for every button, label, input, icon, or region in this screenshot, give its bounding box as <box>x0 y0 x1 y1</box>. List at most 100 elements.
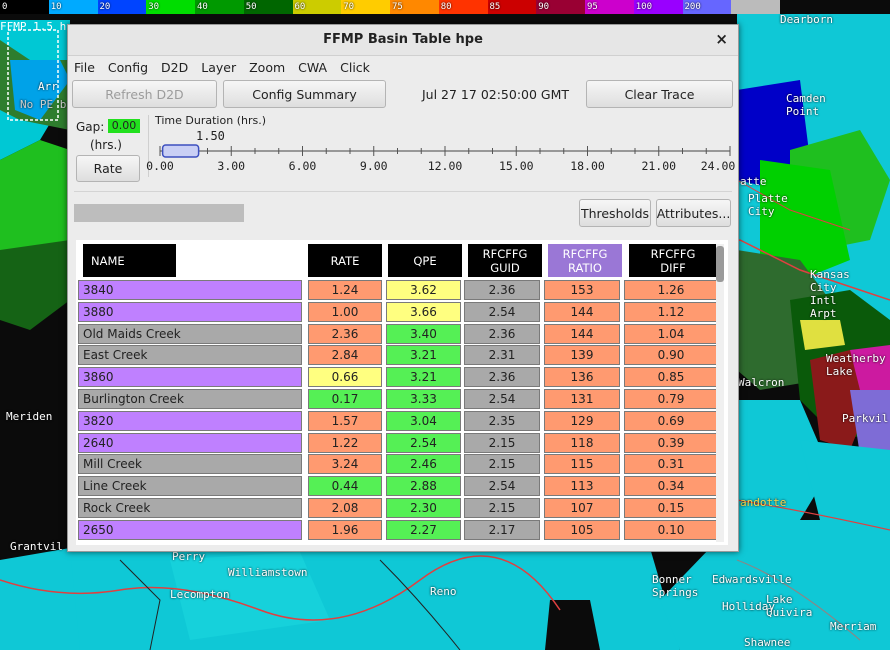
column-header-name[interactable]: NAME <box>83 244 176 277</box>
rfcffg-ratio-cell[interactable]: 144 <box>544 301 620 322</box>
column-header-qpe[interactable]: QPE <box>388 244 462 277</box>
rfcffg-ratio-cell[interactable]: 136 <box>544 367 620 388</box>
menu-cwa[interactable]: CWA <box>298 60 327 75</box>
clear-trace-button[interactable]: Clear Trace <box>586 80 733 108</box>
menu-zoom[interactable]: Zoom <box>249 60 285 75</box>
column-header-rfcffg-diff[interactable]: RFCFFG DIFF <box>629 244 717 277</box>
rfcffg-diff-cell[interactable]: 1.12 <box>624 301 718 322</box>
title-bar[interactable]: FFMP Basin Table hpe × <box>68 25 738 56</box>
table-scrollbar[interactable] <box>716 244 724 542</box>
basin-name-cell[interactable]: Mill Creek <box>78 454 302 475</box>
qpe-cell[interactable]: 3.21 <box>386 367 461 388</box>
rfcffg-guid-cell[interactable]: 2.15 <box>464 498 540 518</box>
config-summary-button[interactable]: Config Summary <box>223 80 386 108</box>
rfcffg-diff-cell[interactable]: 0.31 <box>624 454 718 475</box>
rate-button[interactable]: Rate <box>76 155 140 182</box>
rfcffg-ratio-cell[interactable]: 105 <box>544 519 620 540</box>
slider-track[interactable] <box>154 143 736 159</box>
qpe-cell[interactable]: 3.62 <box>386 280 461 300</box>
menu-file[interactable]: File <box>74 60 95 75</box>
slider-thumb[interactable] <box>161 144 200 158</box>
rfcffg-ratio-cell[interactable]: 118 <box>544 432 620 453</box>
menu-click[interactable]: Click <box>340 60 370 75</box>
rate-cell[interactable]: 1.96 <box>308 519 382 540</box>
rfcffg-ratio-cell[interactable]: 115 <box>544 454 620 475</box>
rate-cell[interactable]: 2.36 <box>308 323 382 344</box>
rfcffg-ratio-cell[interactable]: 107 <box>544 498 620 518</box>
table-row[interactable]: 2650 1.96 2.27 2.17 105 0.10 <box>76 519 718 542</box>
qpe-cell[interactable]: 3.21 <box>386 345 461 366</box>
basin-name-cell[interactable]: 3880 <box>78 301 302 322</box>
table-row[interactable]: 3860 0.66 3.21 2.36 136 0.85 <box>76 367 718 389</box>
rate-cell[interactable]: 1.24 <box>308 280 382 300</box>
rfcffg-guid-cell[interactable]: 2.54 <box>464 389 540 409</box>
menu-config[interactable]: Config <box>108 60 148 75</box>
basin-name-cell[interactable]: 2640 <box>78 432 302 453</box>
rfcffg-ratio-cell[interactable]: 131 <box>544 389 620 409</box>
rfcffg-guid-cell[interactable]: 2.36 <box>464 367 540 388</box>
rate-cell[interactable]: 0.66 <box>308 367 382 388</box>
table-row[interactable]: Mill Creek 3.24 2.46 2.15 115 0.31 <box>76 454 718 476</box>
scrollbar-thumb[interactable] <box>716 246 724 282</box>
table-row[interactable]: Rock Creek 2.08 2.30 2.15 107 0.15 <box>76 498 718 520</box>
basin-name-cell[interactable]: East Creek <box>78 345 302 366</box>
qpe-cell[interactable]: 3.33 <box>386 389 461 409</box>
table-row[interactable]: Burlington Creek 0.17 3.33 2.54 131 0.79 <box>76 389 718 411</box>
rfcffg-ratio-cell[interactable]: 153 <box>544 280 620 300</box>
time-duration-slider[interactable]: 0.00 3.00 6.00 9.00 12.00 15.00 18.00 21.00 24.0… <box>146 143 736 183</box>
qpe-cell[interactable]: 2.54 <box>386 432 461 453</box>
rfcffg-guid-cell[interactable]: 2.54 <box>464 301 540 322</box>
basin-name-cell[interactable]: 2650 <box>78 519 302 540</box>
rfcffg-diff-cell[interactable]: 0.10 <box>624 519 718 540</box>
rfcffg-diff-cell[interactable]: 0.90 <box>624 345 718 366</box>
rfcffg-diff-cell[interactable]: 0.39 <box>624 432 718 453</box>
menu-d2d[interactable]: D2D <box>161 60 188 75</box>
basin-name-cell[interactable]: Rock Creek <box>78 498 302 518</box>
rate-cell[interactable]: 3.24 <box>308 454 382 475</box>
rfcffg-ratio-cell[interactable]: 139 <box>544 345 620 366</box>
close-icon[interactable]: × <box>715 30 728 48</box>
table-row[interactable]: East Creek 2.84 3.21 2.31 139 0.90 <box>76 345 718 367</box>
basin-name-cell[interactable]: Line Creek <box>78 476 302 497</box>
rfcffg-guid-cell[interactable]: 2.36 <box>464 280 540 300</box>
rate-cell[interactable]: 2.84 <box>308 345 382 366</box>
rfcffg-ratio-cell[interactable]: 113 <box>544 476 620 497</box>
rfcffg-diff-cell[interactable]: 0.79 <box>624 389 718 409</box>
rfcffg-diff-cell[interactable]: 0.15 <box>624 498 718 518</box>
basin-name-cell[interactable]: Old Maids Creek <box>78 323 302 344</box>
rate-cell[interactable]: 1.57 <box>308 410 382 431</box>
refresh-d2d-button[interactable]: Refresh D2D <box>72 80 217 108</box>
qpe-cell[interactable]: 2.88 <box>386 476 461 497</box>
rfcffg-diff-cell[interactable]: 0.85 <box>624 367 718 388</box>
rfcffg-diff-cell[interactable]: 0.69 <box>624 410 718 431</box>
thresholds-button[interactable]: Thresholds <box>579 199 651 227</box>
rfcffg-guid-cell[interactable]: 2.17 <box>464 519 540 540</box>
rfcffg-guid-cell[interactable]: 2.54 <box>464 476 540 497</box>
rfcffg-guid-cell[interactable]: 2.35 <box>464 410 540 431</box>
qpe-cell[interactable]: 3.66 <box>386 301 461 322</box>
qpe-cell[interactable]: 2.30 <box>386 498 461 518</box>
rfcffg-ratio-cell[interactable]: 129 <box>544 410 620 431</box>
column-header-rfcffg-ratio[interactable]: RFCFFG RATIO <box>548 244 622 277</box>
rate-cell[interactable]: 0.17 <box>308 389 382 409</box>
qpe-cell[interactable]: 2.46 <box>386 454 461 475</box>
basin-name-cell[interactable]: 3840 <box>78 280 302 300</box>
table-row[interactable]: Line Creek 0.44 2.88 2.54 113 0.34 <box>76 476 718 498</box>
rate-cell[interactable]: 1.22 <box>308 432 382 453</box>
table-row[interactable]: 3880 1.00 3.66 2.54 144 1.12 <box>76 301 718 324</box>
table-row[interactable]: 3840 1.24 3.62 2.36 153 1.26 <box>76 280 718 302</box>
qpe-cell[interactable]: 3.40 <box>386 323 461 344</box>
basin-name-cell[interactable]: Burlington Creek <box>78 389 302 409</box>
rfcffg-diff-cell[interactable]: 0.34 <box>624 476 718 497</box>
rfcffg-diff-cell[interactable]: 1.26 <box>624 280 718 300</box>
rfcffg-guid-cell[interactable]: 2.15 <box>464 432 540 453</box>
table-row[interactable]: 2640 1.22 2.54 2.15 118 0.39 <box>76 432 718 455</box>
rate-cell[interactable]: 0.44 <box>308 476 382 497</box>
table-row[interactable]: Old Maids Creek 2.36 3.40 2.36 144 1.04 <box>76 323 718 346</box>
table-row[interactable]: 3820 1.57 3.04 2.35 129 0.69 <box>76 410 718 433</box>
rfcffg-guid-cell[interactable]: 2.31 <box>464 345 540 366</box>
column-header-rfcffg-guid[interactable]: RFCFFG GUID <box>468 244 542 277</box>
rfcffg-diff-cell[interactable]: 1.04 <box>624 323 718 344</box>
rfcffg-guid-cell[interactable]: 2.36 <box>464 323 540 344</box>
basin-name-cell[interactable]: 3860 <box>78 367 302 388</box>
